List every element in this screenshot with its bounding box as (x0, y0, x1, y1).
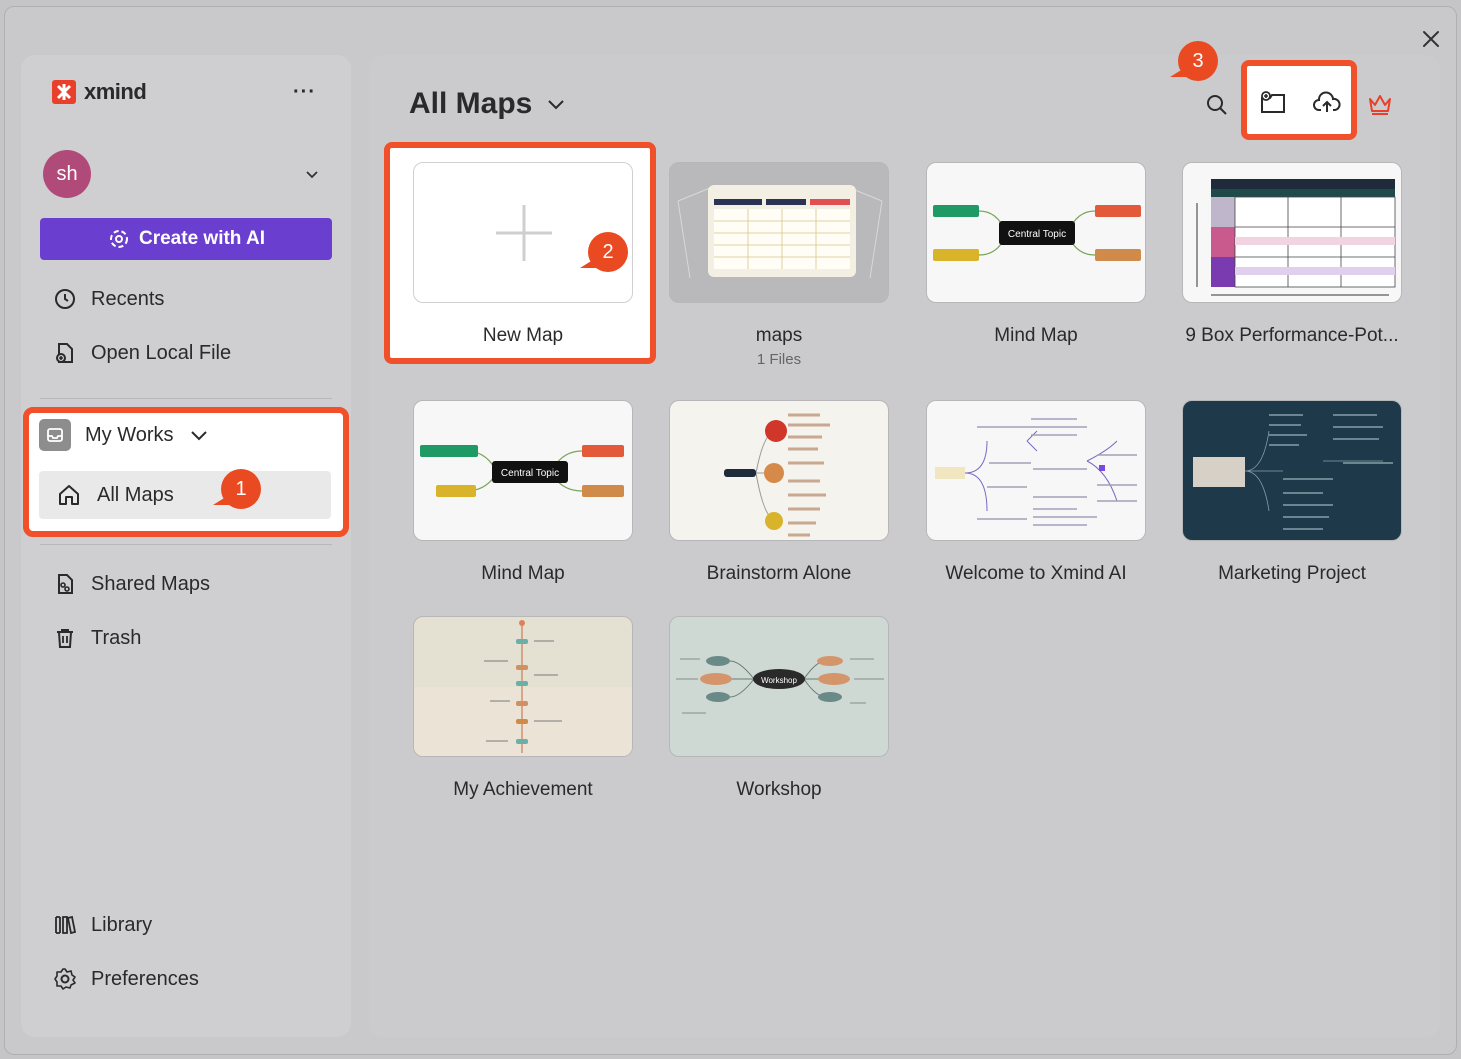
trash-icon (57, 629, 73, 648)
sidebar-item-shared-maps[interactable]: Shared Maps (53, 572, 210, 596)
my-works-section: My Works All Maps (23, 407, 349, 537)
app-logo: xmind (52, 79, 147, 105)
chevron-down-icon (548, 100, 565, 110)
central-topic-text: Central Topic (1008, 229, 1066, 240)
ai-sparkle-icon (110, 230, 128, 248)
card-label: New Map (482, 325, 564, 346)
clock-icon (55, 289, 75, 309)
page-title[interactable]: All Maps (409, 87, 566, 121)
card-label: Marketing Project (1218, 563, 1366, 584)
map-card[interactable]: Marketing Project (1182, 400, 1402, 585)
callout-marker: 1 (213, 469, 261, 509)
map-thumbnail (926, 400, 1146, 541)
card-label: Workshop (736, 779, 822, 800)
map-thumbnail: Central Topic (413, 400, 633, 541)
map-card[interactable]: Central Topic Mind Map (413, 400, 633, 585)
map-card[interactable]: 9 Box Performance-Pot... (1182, 162, 1402, 347)
chevron-down-icon[interactable] (304, 166, 320, 182)
chevron-down-icon (190, 431, 207, 441)
map-thumbnail (1182, 162, 1402, 303)
search-icon[interactable] (1205, 93, 1229, 117)
action-buttons-group (1241, 60, 1357, 140)
sidebar-item-preferences[interactable]: Preferences (53, 967, 199, 991)
sidebar-item-recents[interactable]: Recents (53, 287, 164, 311)
create-with-ai-button[interactable]: Create with AI (40, 218, 332, 260)
sidebar-item-label: Open Local File (91, 341, 232, 364)
map-thumbnail (413, 616, 633, 757)
divider (40, 398, 332, 399)
sidebar-item-label: Recents (91, 287, 165, 310)
new-folder-icon[interactable] (1259, 90, 1287, 116)
card-label: Welcome to Xmind AI (945, 563, 1127, 584)
card-label: Brainstorm Alone (706, 563, 852, 584)
sidebar-item-all-maps[interactable]: All Maps (39, 471, 331, 519)
divider (40, 544, 332, 545)
map-card[interactable]: Brainstorm Alone (669, 400, 889, 585)
sidebar-item-trash[interactable]: Trash (53, 626, 141, 650)
gear-icon (54, 968, 76, 990)
card-label: 9 Box Performance-Pot... (1185, 325, 1399, 346)
central-topic-text: Central Topic (501, 468, 559, 479)
callout-marker: 3 (1170, 41, 1218, 81)
sidebar-item-label: Preferences (91, 967, 199, 990)
map-thumbnail (1182, 400, 1402, 541)
map-thumbnail: Workshop (669, 616, 889, 757)
map-card[interactable]: Welcome to Xmind AI (926, 400, 1146, 585)
xmind-logo-icon (52, 80, 76, 104)
sidebar-item-library[interactable]: Library (53, 913, 152, 937)
sidebar-item-label: Shared Maps (91, 572, 210, 595)
close-icon[interactable] (1419, 27, 1443, 51)
inbox-icon (39, 419, 71, 451)
my-works-label: My Works (85, 423, 174, 446)
map-card[interactable]: Central Topic Mind Map (926, 162, 1146, 347)
sidebar-item-label: All Maps (97, 483, 174, 506)
more-options-icon[interactable]: ··· (293, 81, 316, 104)
card-label: Mind Map (994, 325, 1078, 346)
map-card[interactable]: maps 1 Files (669, 162, 889, 368)
avatar[interactable]: sh (43, 150, 91, 198)
app-name: xmind (84, 79, 147, 104)
map-card[interactable]: Workshop Workshop (669, 616, 889, 801)
sidebar: xmind ··· sh Create with AI Recents Open… (21, 55, 351, 1037)
file-add-icon (56, 343, 73, 363)
folder-thumbnail (669, 162, 889, 303)
callout-marker: 2 (580, 232, 628, 272)
page-title-text: All Maps (409, 87, 533, 120)
shared-file-icon (58, 574, 73, 594)
map-thumbnail: Central Topic (926, 162, 1146, 303)
sidebar-item-open-local-file[interactable]: Open Local File (53, 341, 231, 365)
crown-icon[interactable] (1367, 92, 1393, 116)
home-icon (59, 485, 79, 505)
card-label: maps (755, 325, 803, 346)
cloud-upload-icon[interactable] (1313, 90, 1341, 116)
card-label: Mind Map (481, 563, 565, 584)
card-subtitle: 1 Files (756, 351, 802, 368)
workshop-node-text: Workshop (761, 676, 797, 685)
library-icon (55, 915, 77, 935)
card-label: My Achievement (453, 779, 593, 800)
create-with-ai-label: Create with AI (139, 228, 265, 249)
map-thumbnail (669, 400, 889, 541)
sidebar-item-label: Trash (91, 626, 142, 649)
my-works-dropdown[interactable]: My Works (39, 419, 210, 451)
map-card[interactable]: My Achievement (413, 616, 633, 801)
main-panel: All Maps New Map maps 1 Files Central To… (369, 55, 1440, 1037)
sidebar-item-label: Library (91, 913, 153, 936)
